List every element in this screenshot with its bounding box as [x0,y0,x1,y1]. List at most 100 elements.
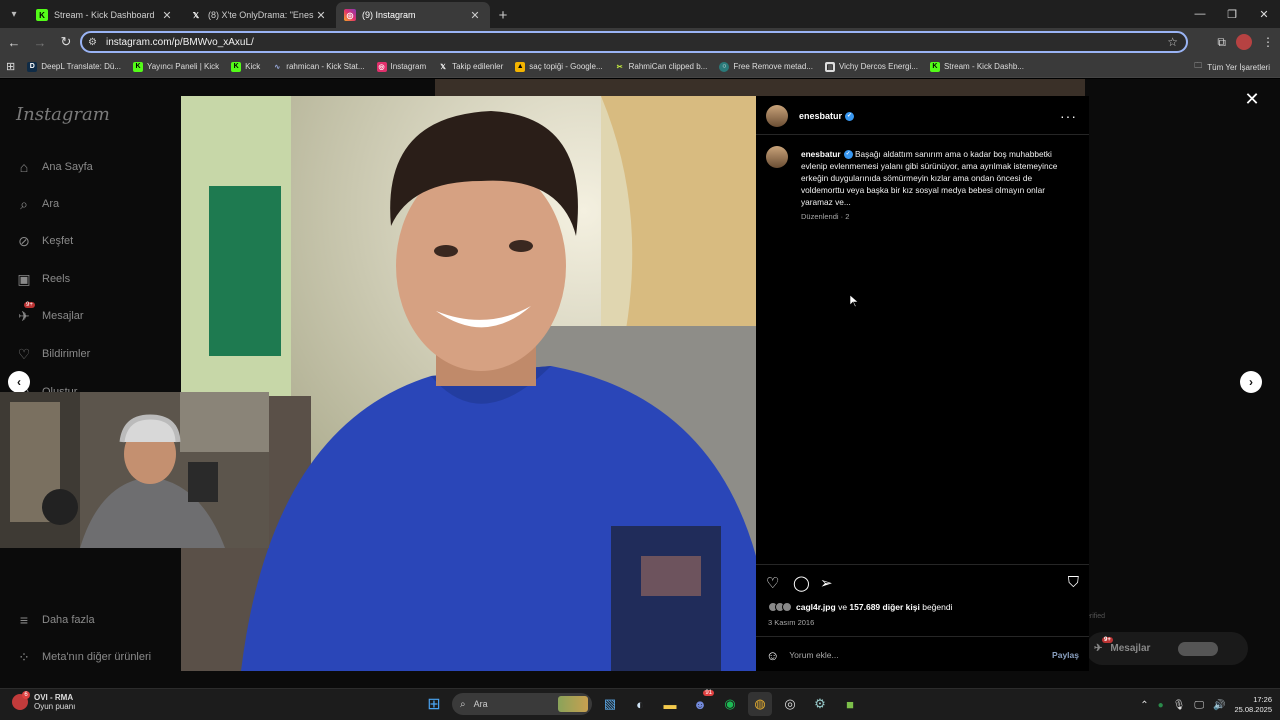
photos-app-icon[interactable]: ▧ [598,692,622,716]
tab-search-icon[interactable]: ▾ [0,0,28,28]
like-icon[interactable]: ♡ [766,574,779,592]
close-tab-icon[interactable]: ✕ [468,9,482,22]
likes-summary[interactable]: cagl4r.jpg ve 157.689 diğer kişi beğendi [768,602,952,612]
close-tab-icon[interactable]: ✕ [314,9,328,22]
x-icon: 𝕏 [440,63,446,71]
menu-icon[interactable]: ⋮ [1262,35,1274,49]
bookmark-kick-panel[interactable]: K Yayıncı Paneli | Kick [127,61,225,72]
restore-icon[interactable]: ❐ [1216,0,1248,28]
site-info-icon[interactable]: ⚙ [88,37,102,48]
tray-app-icon[interactable]: ● [1158,700,1164,711]
settings-app-icon[interactable]: ⚙ [808,692,832,716]
bookmark-remove-metadata[interactable]: ○ Free Remove metad... [713,61,819,72]
microphone-icon[interactable]: 🎙 [1173,700,1186,711]
bookmark-sac-topigi[interactable]: ▲ saç topiği - Google... [509,61,608,72]
next-post-icon[interactable]: › [1240,371,1262,393]
apps-icon[interactable]: ⊞ [0,60,21,73]
tray-expand-icon[interactable]: ⌃ [1140,700,1148,711]
messages-pill-badge: 9+ [1102,637,1113,643]
steam-icon[interactable]: ◐ [628,692,652,716]
mouse-cursor-icon [850,295,858,307]
nav-meta-products[interactable]: ⁘ Meta'nın diğer ürünleri [16,649,151,665]
instagram-page: Instagram ⌂ Ana Sayfa ⌕ Ara ⊘ Keşfet ▣ Reels… [0,79,1280,688]
instagram-logo[interactable]: Instagram [16,104,110,125]
bookmark-takip[interactable]: 𝕏 Takip edilenler [432,62,509,72]
globe-icon: ○ [719,61,730,72]
tab-instagram[interactable]: ◎ (9) Instagram ✕ [336,2,490,28]
windows-start-icon[interactable]: ⊞ [422,692,446,716]
taskbar-search[interactable]: ⌕ Ara [452,693,592,715]
more-options-icon[interactable]: ··· [1060,108,1077,124]
bookmark-deepl[interactable]: D DeepL Translate: Dü... [21,61,127,72]
bookmark-rahmican-clipped[interactable]: ✂ RahmiCan clipped b... [609,62,714,72]
emoji-icon[interactable]: ☺ [766,648,779,663]
instagram-icon: ◎ [344,9,356,21]
close-modal-icon[interactable]: ✕ [1242,89,1262,109]
messenger-icon: ✈ 9+ [1094,637,1113,654]
comment-divider [756,636,1089,637]
header-divider [756,134,1089,135]
save-icon[interactable]: ⛉ [1068,574,1079,591]
close-window-icon[interactable]: ✕ [1248,0,1280,28]
profile-avatar[interactable] [1236,34,1252,50]
author-avatar[interactable] [766,105,788,127]
drive-icon: ▲ [515,61,526,72]
nav-search[interactable]: ⌕ Ara [16,196,59,212]
taskbar-clock[interactable]: 17:26 25.08.2025 [1234,695,1272,715]
messages-pill[interactable]: ✈ 9+ Mesajlar [1086,632,1248,665]
post-photo[interactable] [181,96,756,671]
share-icon[interactable]: ➢ [820,574,833,592]
obs-icon[interactable]: ◎ [778,692,802,716]
nav-notifications[interactable]: ♡ Bildirimler [16,345,91,362]
bookmark-kick[interactable]: K Kick [225,61,266,72]
close-tab-icon[interactable]: ✕ [160,9,174,22]
minecraft-icon[interactable]: ■ [838,692,862,716]
post-details-panel: enesbatur ✓ ··· enesbatur ✓ Başağı aldattı… [756,96,1089,671]
heart-icon: ♡ [17,345,31,362]
caption-username[interactable]: enesbatur [801,149,841,159]
comment-input[interactable]: Yorum ekle... [789,650,1052,660]
tab-kick-dashboard[interactable]: K Stream - Kick Dashboard ✕ [28,2,182,28]
all-bookmarks[interactable]: 🗀 Tüm Yer İşaretleri [1194,56,1270,78]
bookmark-kick-stats[interactable]: ∿ rahmican - Kick Stat... [266,62,370,72]
nav-more[interactable]: ≡ Daha fazla [16,612,95,628]
nav-reels[interactable]: ▣ Reels [16,271,70,287]
caption-avatar[interactable] [766,146,788,168]
nav-home[interactable]: ⌂ Ana Sayfa [16,159,93,175]
file-explorer-icon[interactable]: ▬ [658,692,682,716]
minimize-icon[interactable]: — [1184,0,1216,28]
background-feed [435,79,1085,97]
instagram-icon: ◎ [376,61,387,72]
address-bar[interactable]: ⚙ instagram.com/p/BMWvo_xAxuL/ ☆ [80,31,1188,53]
post-comment-button[interactable]: Paylaş [1052,650,1079,660]
discord-icon[interactable]: ☻ 91 [688,690,714,716]
comment-bar: ☺ Yorum ekle... Paylaş [756,639,1089,671]
tab-x-onlydrama[interactable]: 𝕏 (8) X'te OnlyDrama: "Enes Batur ✕ [182,2,336,28]
bookmark-star-icon[interactable]: ☆ [1167,35,1178,49]
bookmark-vichy[interactable]: ▤ Vichy Dercos Energi... [819,61,924,72]
nav-messages[interactable]: ✈ 9+ Mesajlar [16,302,84,324]
taskbar-apps: ⊞ ⌕ Ara ▧ ◐ ▬ ☻ 91 ◉ ◍ ◎ ⚙ ■ [422,690,862,716]
search-icon: ⌕ [460,698,466,710]
bookmark-instagram[interactable]: ◎ Instagram [371,61,433,72]
network-icon[interactable]: 🖵 [1194,700,1204,711]
nav-explore[interactable]: ⊘ Keşfet [16,233,73,249]
webcam-image [0,392,269,548]
game-widget[interactable]: 6 OVI - RMA Oyun puanı [12,691,75,711]
prev-post-icon[interactable]: ‹ [8,371,30,393]
forward-icon[interactable]: → [28,30,52,54]
volume-icon[interactable]: 🔊 [1213,700,1225,711]
back-icon[interactable]: ← [2,30,26,54]
spotify-icon[interactable]: ◉ [718,692,742,716]
extensions-icon[interactable]: ⧉ [1217,35,1226,50]
folder-icon: 🗀 [1194,61,1203,70]
reload-icon[interactable]: ↻ [54,30,78,54]
new-tab-button[interactable]: + [490,2,516,28]
chrome-icon[interactable]: ◍ [748,692,772,716]
author-username[interactable]: enesbatur ✓ [799,111,855,122]
liked-by-user[interactable]: cagl4r.jpg [796,602,836,612]
reels-icon: ▣ [17,270,31,287]
comment-icon[interactable]: ◯ [793,574,810,592]
bookmark-kick-dashboard[interactable]: K Stream - Kick Dashb... [924,61,1030,72]
likes-count[interactable]: 157.689 diğer kişi [849,602,919,612]
